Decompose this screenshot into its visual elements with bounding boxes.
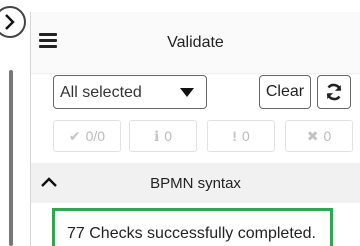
select-value: All selected [60, 84, 142, 101]
filter-row: All selected Clear [53, 75, 353, 113]
validate-panel: Validate All selected Clear ✔ 0/0 ℹ 0 ! … [31, 12, 360, 246]
warning-count: 0 [241, 128, 250, 144]
clear-button[interactable]: Clear [259, 75, 311, 109]
error-count: 0 [323, 128, 332, 144]
warning-icon: ! [232, 128, 237, 144]
validation-sidebar: Validate All selected Clear ✔ 0/0 ℹ 0 ! … [0, 0, 360, 246]
info-count-button[interactable]: ℹ 0 [129, 120, 197, 152]
warning-count-button[interactable]: ! 0 [207, 120, 275, 152]
error-count-button[interactable]: ✖ 0 [285, 120, 353, 152]
result-counts: ✔ 0/0 ℹ 0 ! 0 ✖ 0 [53, 120, 360, 152]
section-title: BPMN syntax [150, 175, 241, 192]
success-text: 77 Checks successfully completed. [67, 225, 316, 242]
panel-title: Validate [167, 34, 224, 51]
chevron-right-icon [5, 14, 15, 30]
check-filter-select[interactable]: All selected [53, 75, 207, 109]
info-icon: ℹ [153, 127, 160, 144]
section-header-bpmn-syntax[interactable]: BPMN syntax [31, 163, 360, 203]
refresh-button[interactable] [317, 75, 351, 109]
error-icon: ✖ [306, 127, 319, 144]
success-message: 77 Checks successfully completed. [52, 208, 333, 246]
refresh-icon [326, 83, 342, 101]
passed-count: 0/0 [85, 128, 106, 144]
check-icon: ✔ [68, 127, 81, 144]
scrollbar[interactable] [9, 70, 13, 246]
info-count: 0 [164, 128, 173, 144]
caret-down-icon [180, 88, 194, 97]
panel-header: Validate [31, 12, 360, 74]
passed-count-button[interactable]: ✔ 0/0 [53, 120, 121, 152]
